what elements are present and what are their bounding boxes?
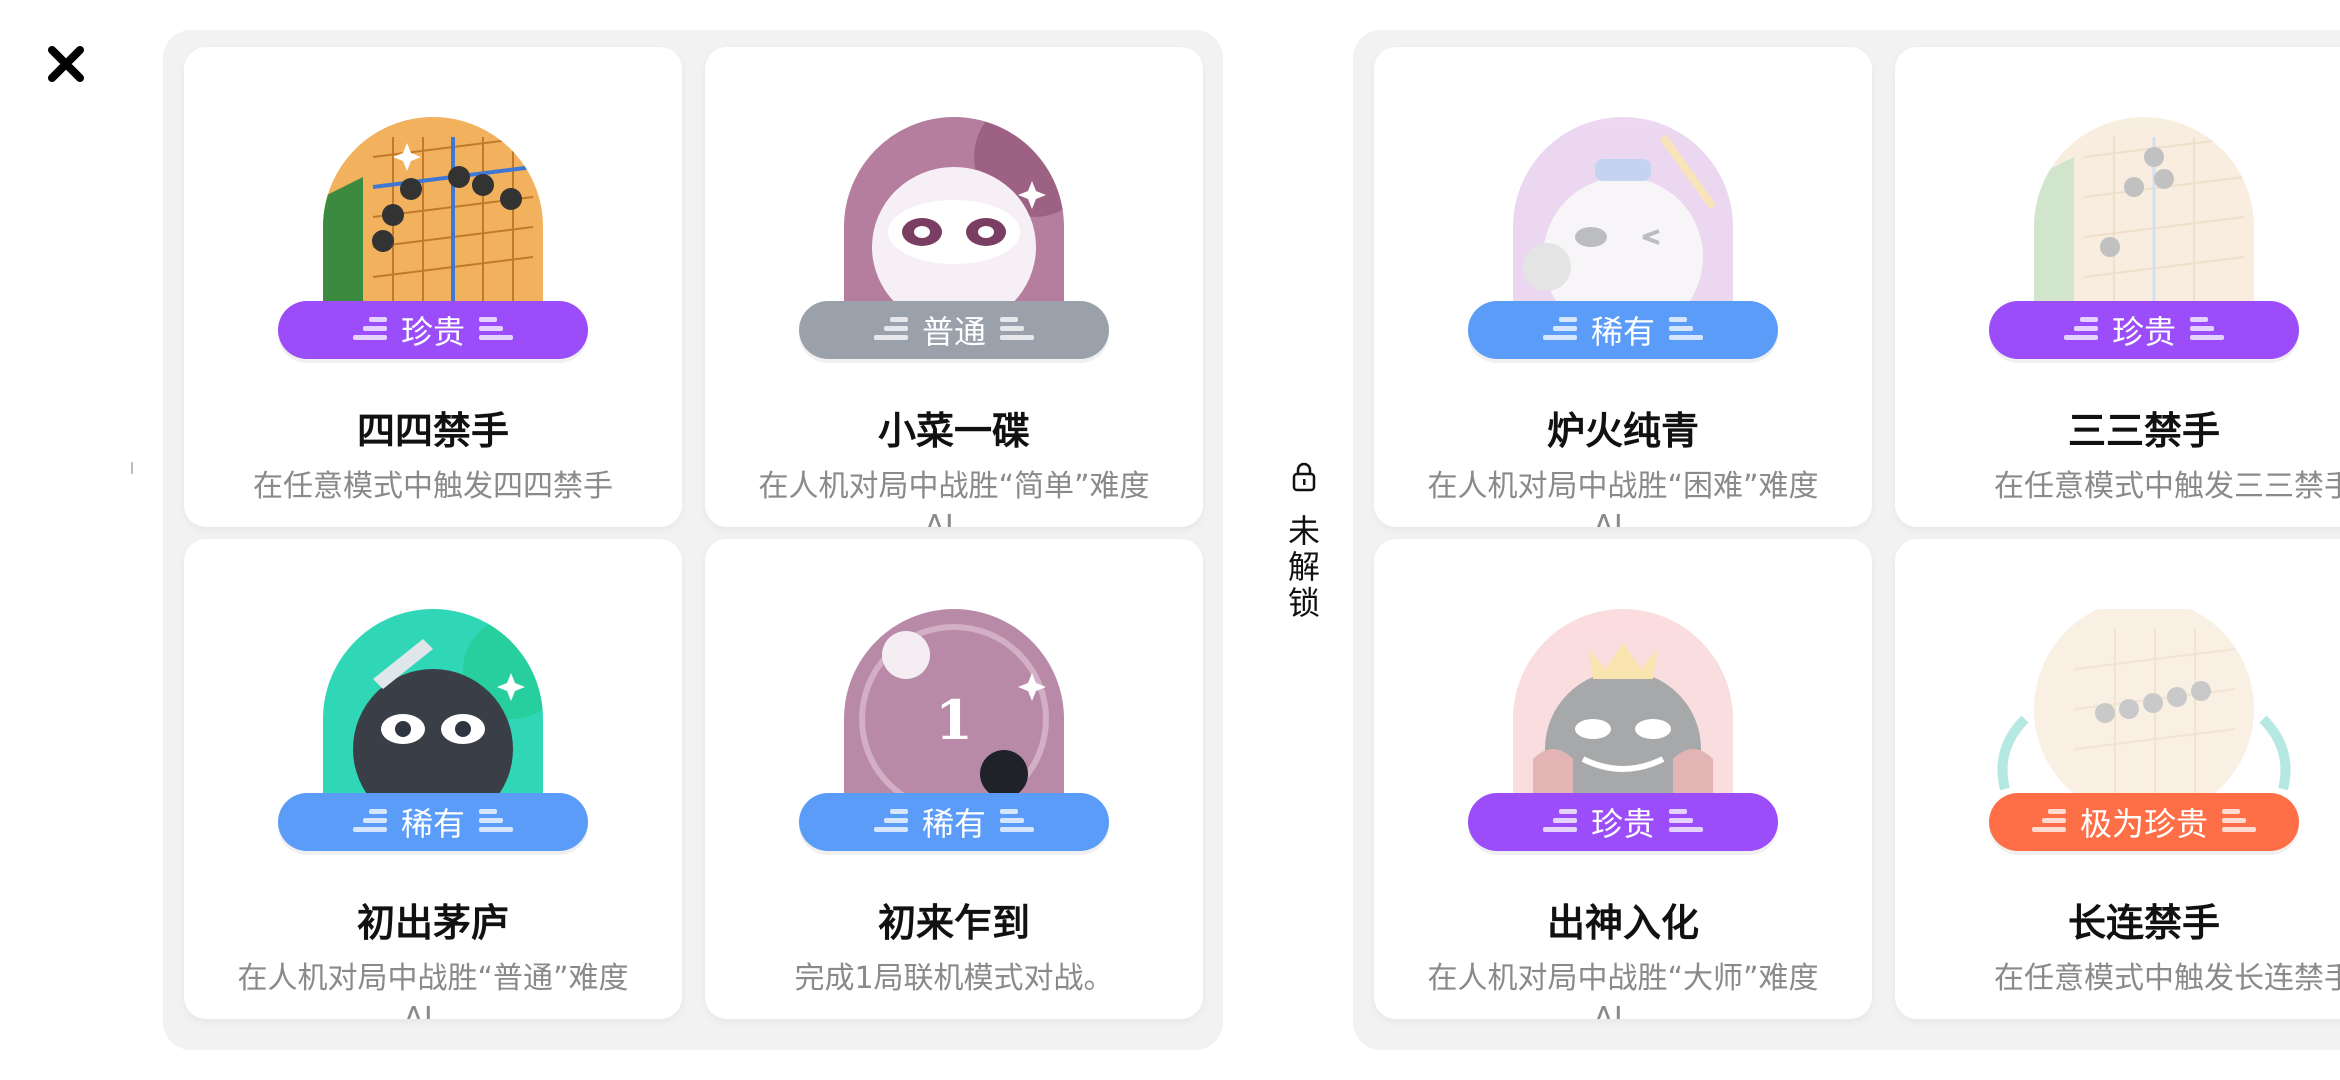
rarity-label: 珍贵 (2111, 313, 2176, 351)
lock-icon (1287, 462, 1321, 499)
rarity-badge: 稀有 (1468, 301, 1778, 359)
rarity-stack-left-icon (2063, 313, 2098, 347)
laurel-board-badge-image (1995, 609, 2293, 799)
rarity-badge: 珍贵 (1468, 793, 1778, 851)
rarity-stack-left-icon (352, 805, 387, 839)
rarity-stack-right-icon (479, 805, 513, 839)
rarity-stack-right-icon (1669, 805, 1703, 839)
achievement-title: 三三禁手 (2067, 409, 2220, 453)
rarity-label: 稀有 (921, 805, 986, 843)
achievement-card[interactable]: 稀有 初出茅庐 在人机对局中战胜“普通”难度AI。 (184, 539, 682, 1019)
crowned-king-badge-image (1513, 609, 1733, 799)
achievement-card[interactable]: 1 稀有 初来乍到 完成1局联机模式对战。 (705, 539, 1203, 1019)
achievement-card[interactable]: 稀有 炉火纯青 在人机对局中战胜“困难”难度AI。 (1374, 47, 1872, 527)
achievement-card[interactable]: 珍贵 出神入化 在人机对局中战胜“大师”难度AI。 (1374, 539, 1872, 1019)
locked-section-label: 未解锁 (1287, 462, 1321, 621)
rarity-label: 珍贵 (400, 313, 465, 351)
rarity-label: 稀有 (400, 805, 465, 843)
unlocked-achievements-panel: 珍贵 四四禁手 在任意模式中触发四四禁手 普通 小菜一碟 在人机对局中战胜“简单… (163, 30, 1223, 1050)
rarity-stack-left-icon (1542, 313, 1577, 347)
gomoku-board-badge-image (323, 117, 543, 307)
rarity-badge: 极为珍贵 (1989, 793, 2299, 851)
rarity-badge: 稀有 (799, 793, 1109, 851)
achievement-title: 长连禁手 (2067, 901, 2220, 945)
rarity-stack-left-icon (352, 313, 387, 347)
board-three-three-badge-image (2034, 117, 2254, 307)
locked-section-text: 未解锁 (1287, 512, 1320, 622)
rarity-stack-left-icon (1542, 805, 1577, 839)
achievement-card[interactable]: 珍贵 三三禁手 在任意模式中触发三三禁手 (1895, 47, 2340, 527)
achievement-description: 完成1局联机模式对战。 (794, 961, 1114, 996)
achievement-title: 小菜一碟 (877, 409, 1030, 453)
badge-number: 1 (935, 688, 973, 752)
achievement-description: 在人机对局中战胜“简单”难度AI。 (758, 469, 1150, 527)
achievement-title: 初出茅庐 (356, 901, 509, 945)
achievement-card[interactable]: 极为珍贵 长连禁手 在任意模式中触发长连禁手 (1895, 539, 2340, 1019)
rarity-label: 普通 (921, 313, 986, 351)
close-icon (46, 44, 86, 88)
achievement-card[interactable]: 普通 小菜一碟 在人机对局中战胜“简单”难度AI。 (705, 47, 1203, 527)
achievement-description: 在任意模式中触发四四禁手 (253, 469, 613, 504)
rarity-stack-right-icon (1000, 313, 1034, 347)
scroll-indicator (131, 462, 133, 474)
close-button[interactable] (30, 30, 102, 102)
first-match-badge-image: 1 (844, 609, 1064, 799)
rarity-label: 稀有 (1590, 313, 1655, 351)
rarity-stack-right-icon (1000, 805, 1034, 839)
rarity-stack-right-icon (2222, 805, 2256, 839)
rarity-stack-left-icon (873, 805, 908, 839)
rarity-stack-left-icon (2031, 805, 2066, 839)
rarity-stack-left-icon (873, 313, 908, 347)
achievement-description: 在任意模式中触发三三禁手 (1994, 469, 2340, 504)
rarity-label: 珍贵 (1590, 805, 1655, 843)
achievement-title: 四四禁手 (356, 409, 509, 453)
rarity-badge: 普通 (799, 301, 1109, 359)
achievement-title: 炉火纯青 (1546, 409, 1699, 453)
rarity-badge: 稀有 (278, 793, 588, 851)
achievement-description: 在人机对局中战胜“困难”难度AI。 (1427, 469, 1819, 527)
achievement-card[interactable]: 珍贵 四四禁手 在任意模式中触发四四禁手 (184, 47, 682, 527)
locked-achievements-panel: 稀有 炉火纯青 在人机对局中战胜“困难”难度AI。 珍贵 三三禁手 在任意模式中… (1353, 30, 2340, 1050)
rarity-stack-right-icon (479, 313, 513, 347)
achievement-title: 出神入化 (1546, 901, 1699, 945)
rarity-stack-right-icon (1669, 313, 1703, 347)
achievement-description: 在任意模式中触发长连禁手 (1994, 961, 2340, 996)
rarity-badge: 珍贵 (1989, 301, 2299, 359)
robot-badge-image (844, 117, 1064, 307)
achievement-description: 在人机对局中战胜“普通”难度AI。 (237, 961, 629, 1019)
knight-badge-image (1513, 117, 1733, 307)
bomb-character-badge-image (323, 609, 543, 799)
achievement-description: 在人机对局中战胜“大师”难度AI。 (1427, 961, 1819, 1019)
achievement-title: 初来乍到 (877, 901, 1030, 945)
rarity-label: 极为珍贵 (2079, 805, 2208, 843)
rarity-badge: 珍贵 (278, 301, 588, 359)
rarity-stack-right-icon (2190, 313, 2224, 347)
